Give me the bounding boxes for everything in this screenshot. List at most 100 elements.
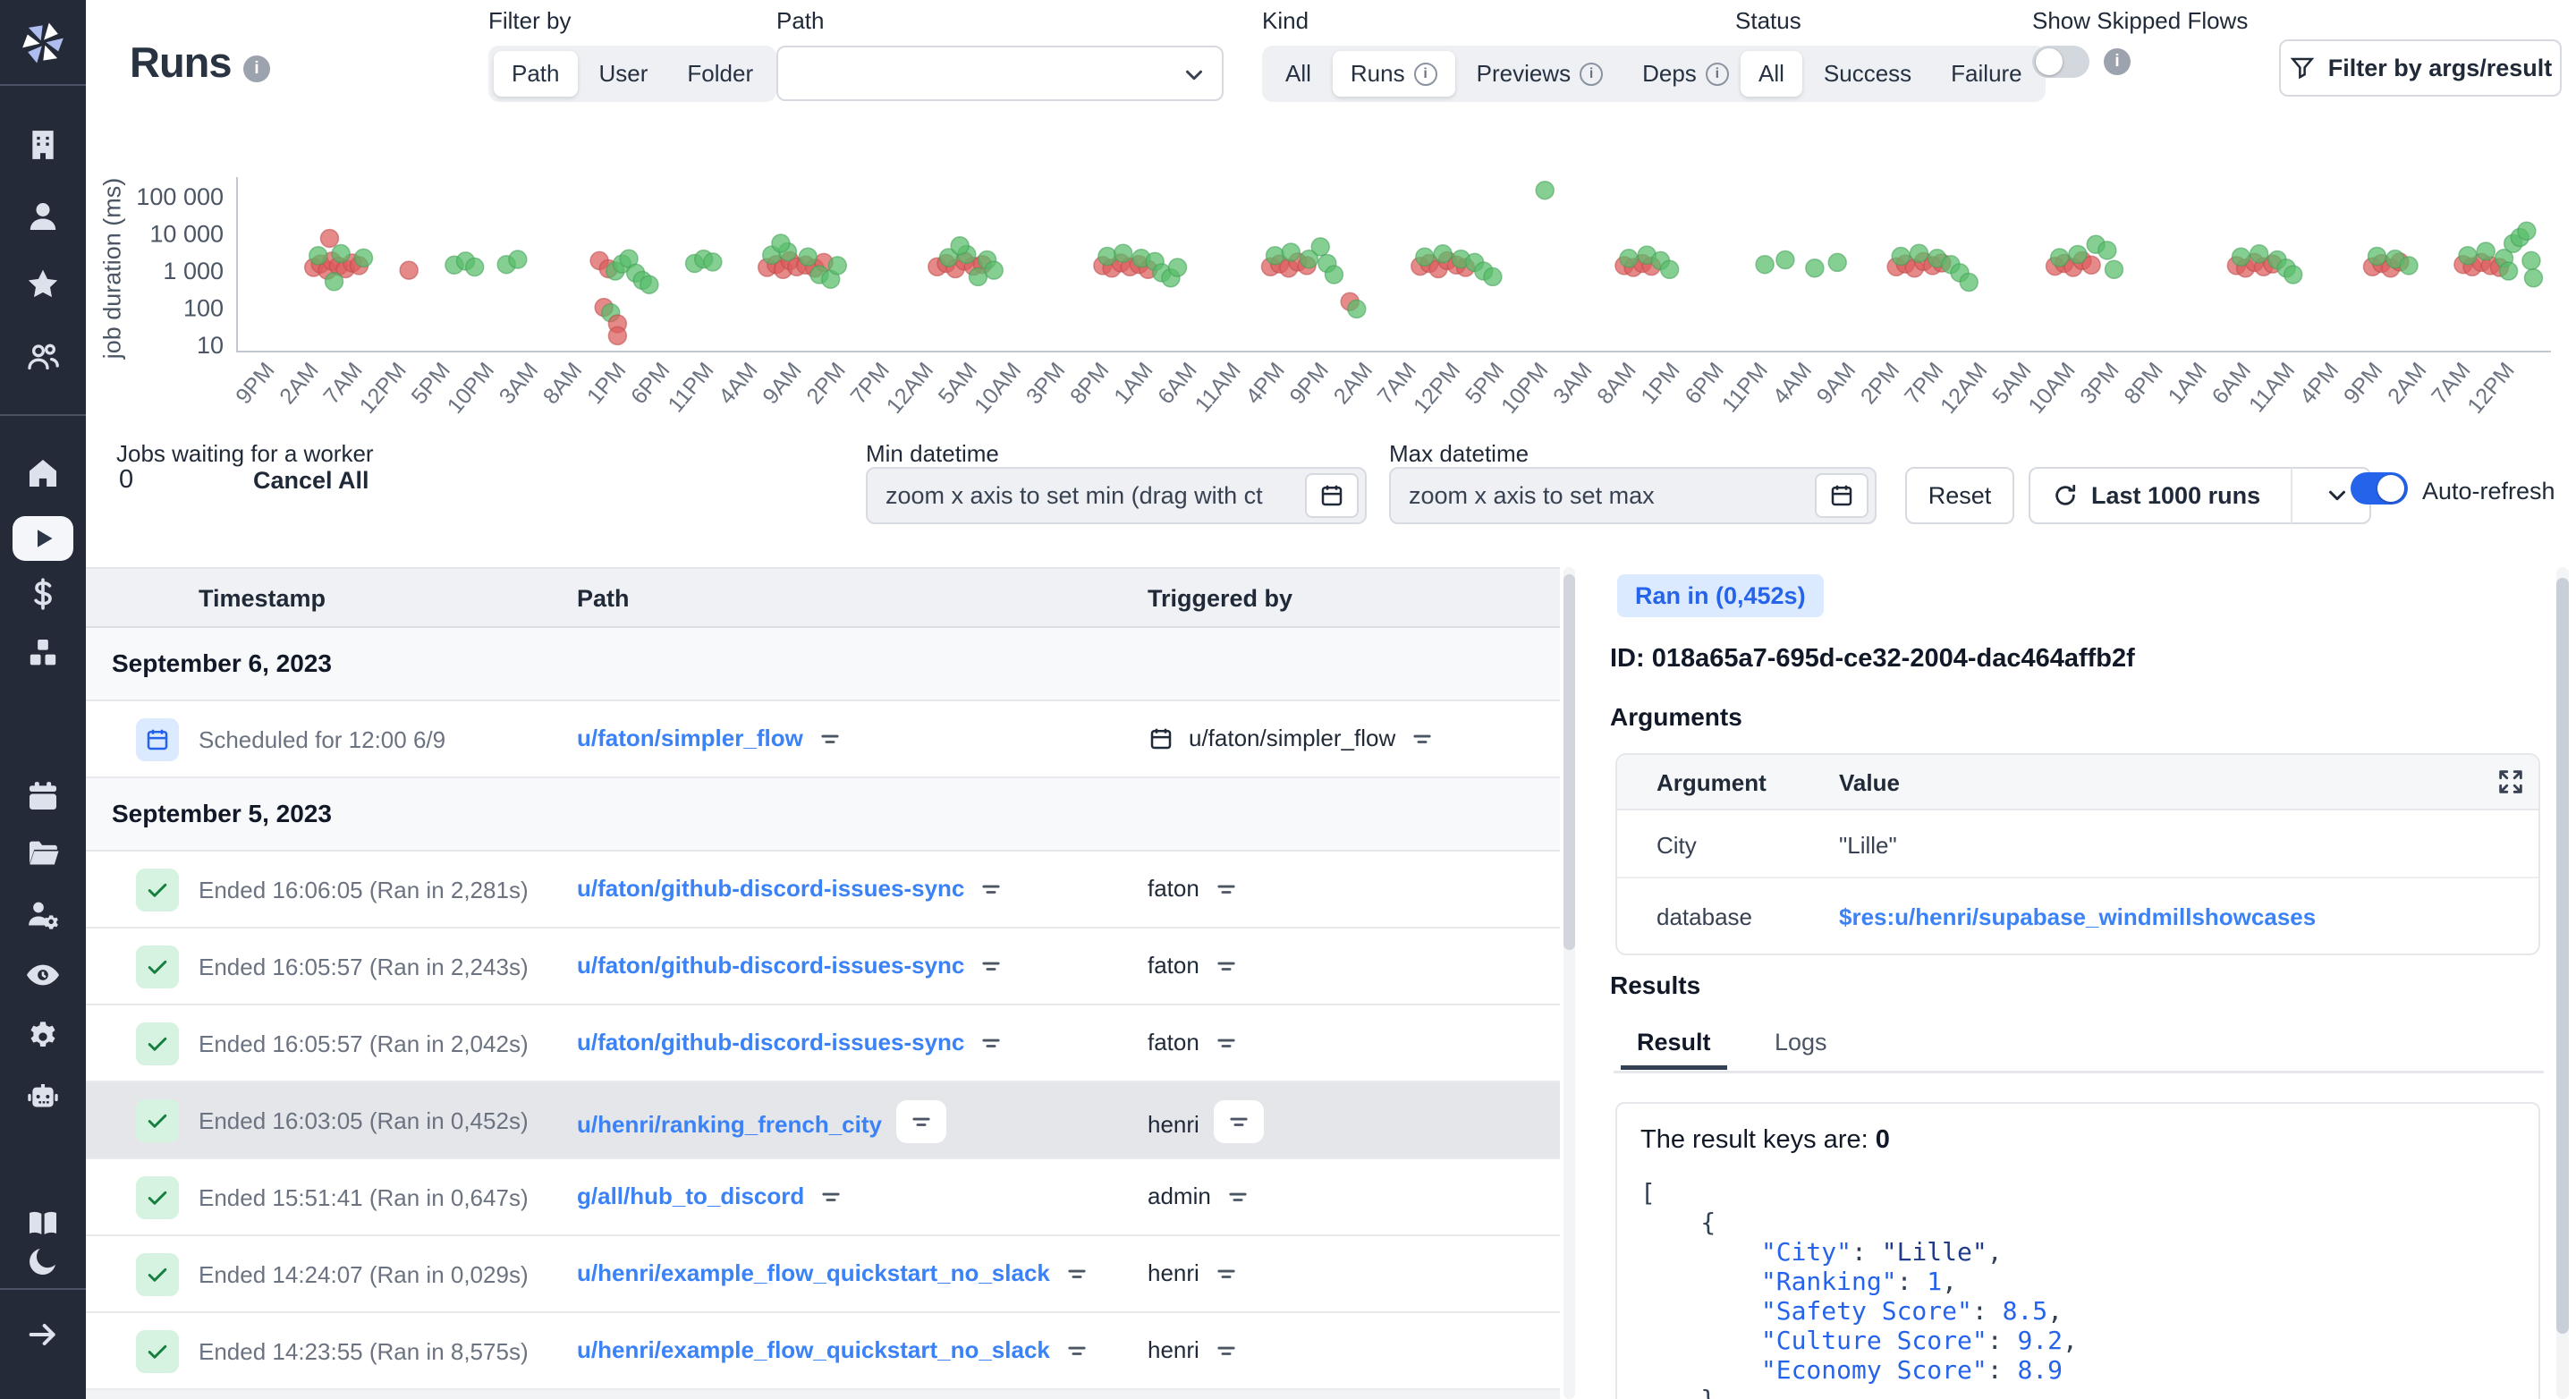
table-row[interactable]: Ended 15:51:41 (Ran in 0,647s)g/all/hub_… xyxy=(86,1159,1560,1236)
table-row[interactable]: Ended 16:06:05 (Ran in 2,281s)u/faton/gi… xyxy=(86,852,1560,928)
run-dot[interactable] xyxy=(354,249,372,267)
run-dot[interactable] xyxy=(1434,245,1452,263)
run-path-link[interactable]: u/faton/simpler_flow xyxy=(577,725,803,752)
run-dot[interactable] xyxy=(400,261,418,279)
sidebar-item-variables[interactable] xyxy=(0,572,86,615)
filterby-path-tab[interactable]: Path xyxy=(494,51,578,97)
filter-args-button[interactable]: Filter by args/result xyxy=(2279,39,2562,97)
run-path-link[interactable]: u/henri/ranking_french_city xyxy=(577,1111,882,1139)
sidebar-item-runs[interactable] xyxy=(13,516,73,561)
max-datetime-calendar-button[interactable] xyxy=(1815,473,1868,518)
run-dot[interactable] xyxy=(1661,260,1679,278)
sidebar-item-workers[interactable] xyxy=(0,893,86,936)
run-dot[interactable] xyxy=(320,229,338,247)
run-dot[interactable] xyxy=(985,261,1003,279)
run-path-link[interactable]: u/faton/github-discord-issues-sync xyxy=(577,1029,964,1056)
filter-icon[interactable] xyxy=(909,1109,934,1134)
info-icon[interactable]: i xyxy=(1414,63,1437,86)
min-datetime-calendar-button[interactable] xyxy=(1305,473,1359,518)
filterby-user-tab[interactable]: User xyxy=(581,51,666,97)
run-dot[interactable] xyxy=(466,259,484,276)
table-row[interactable]: Ended 14:23:55 (Ran in 8,575s)u/henri/ex… xyxy=(86,1313,1560,1390)
table-row[interactable]: Scheduled for 12:00 6/9u/faton/simpler_f… xyxy=(86,701,1560,778)
table-row[interactable]: Ended 16:05:57 (Ran in 2,243s)u/faton/gi… xyxy=(86,928,1560,1005)
sidebar-item-schedules[interactable] xyxy=(0,775,86,818)
panel-scrollbar[interactable] xyxy=(2556,567,2569,1399)
status-success-tab[interactable]: Success xyxy=(1806,51,1929,97)
run-dot[interactable] xyxy=(2051,249,2069,267)
run-dot[interactable] xyxy=(1311,238,1329,256)
filter-icon[interactable] xyxy=(1064,1338,1089,1363)
run-path-link[interactable]: u/henri/example_flow_quickstart_no_slack xyxy=(577,1259,1050,1287)
run-dot[interactable] xyxy=(640,276,658,293)
run-dot[interactable] xyxy=(2459,247,2477,265)
run-dot[interactable] xyxy=(2524,269,2542,287)
run-dot[interactable] xyxy=(799,248,817,266)
run-dot[interactable] xyxy=(2284,266,2302,284)
run-dot[interactable] xyxy=(1776,251,1794,269)
run-dot[interactable] xyxy=(2069,245,2087,263)
run-dot[interactable] xyxy=(704,253,722,271)
sidebar-item-resources[interactable] xyxy=(0,632,86,674)
run-path-link[interactable]: g/all/hub_to_discord xyxy=(577,1183,804,1210)
run-dot[interactable] xyxy=(1620,250,1638,267)
expand-icon[interactable] xyxy=(2496,767,2526,797)
run-dot[interactable] xyxy=(2400,257,2418,275)
kind-previews-tab[interactable]: Previewsi xyxy=(1459,51,1621,97)
run-dot[interactable] xyxy=(1267,247,1284,265)
run-dot[interactable] xyxy=(1325,266,1343,284)
run-dot[interactable] xyxy=(2105,260,2123,278)
max-datetime-input[interactable] xyxy=(1391,482,1875,510)
filter-icon[interactable] xyxy=(1064,1261,1089,1286)
table-row[interactable]: Ended 14:24:07 (Ran in 0,029s)u/henri/ex… xyxy=(86,1236,1560,1313)
tab-logs[interactable]: Logs xyxy=(1775,1029,1827,1056)
sidebar-item-agents[interactable] xyxy=(0,1076,86,1119)
run-dot[interactable] xyxy=(2368,247,2386,265)
filter-icon[interactable] xyxy=(1214,1261,1239,1286)
filter-icon[interactable] xyxy=(1214,954,1239,979)
run-dot[interactable] xyxy=(2232,248,2250,266)
sidebar-item-settings[interactable] xyxy=(0,1015,86,1058)
sidebar-item-home[interactable] xyxy=(0,452,86,495)
sidebar-item-dark-mode[interactable] xyxy=(0,1240,86,1283)
info-icon[interactable]: i xyxy=(2104,48,2131,75)
run-dot[interactable] xyxy=(309,247,327,265)
info-icon[interactable]: i xyxy=(1580,63,1603,86)
table-scrollbar[interactable] xyxy=(1563,567,1575,1399)
cancel-all-button[interactable]: Cancel All xyxy=(253,467,369,495)
filter-icon[interactable] xyxy=(979,877,1004,902)
runs-info-icon[interactable]: i xyxy=(243,55,270,82)
skipped-flows-toggle[interactable] xyxy=(2032,46,2089,78)
windmill-logo[interactable] xyxy=(0,7,86,79)
run-dot[interactable] xyxy=(1114,244,1132,262)
filter-button[interactable] xyxy=(896,1100,946,1143)
run-dot[interactable] xyxy=(326,273,343,291)
run-dot[interactable] xyxy=(1536,182,1554,199)
filter-icon[interactable] xyxy=(818,1184,843,1209)
filter-icon[interactable] xyxy=(979,954,1004,979)
run-dot[interactable] xyxy=(772,234,790,252)
auto-refresh-toggle[interactable] xyxy=(2351,472,2408,504)
run-dot[interactable] xyxy=(1416,248,1434,266)
run-dot[interactable] xyxy=(2500,262,2518,280)
sidebar-item-docs[interactable] xyxy=(0,1202,86,1245)
run-dot[interactable] xyxy=(1806,259,1824,277)
status-all-tab[interactable]: All xyxy=(1741,51,1802,97)
filter-icon[interactable] xyxy=(1214,877,1239,902)
run-dot[interactable] xyxy=(608,326,626,344)
filter-icon[interactable] xyxy=(1225,1184,1250,1209)
status-failure-tab[interactable]: Failure xyxy=(1933,51,2039,97)
runs-duration-chart[interactable]: 100 00010 0001 000100109PM2AM7AM12PM5PM1… xyxy=(0,116,2576,438)
run-dot[interactable] xyxy=(332,245,350,263)
table-row[interactable]: Ended 16:03:05 (Ran in 0,452s)u/henri/ra… xyxy=(86,1082,1560,1159)
run-dot[interactable] xyxy=(1169,259,1187,276)
kind-all-tab[interactable]: All xyxy=(1267,51,1329,97)
tab-result[interactable]: Result xyxy=(1637,1029,1711,1056)
info-icon[interactable]: i xyxy=(1706,63,1729,86)
last-runs-button[interactable]: Last 1000 runs xyxy=(2029,467,2371,524)
sidebar-item-expand-sidebar[interactable] xyxy=(0,1313,86,1356)
filter-icon[interactable] xyxy=(1410,726,1435,751)
run-path-link[interactable]: u/faton/github-discord-issues-sync xyxy=(577,875,964,903)
run-dot[interactable] xyxy=(2522,251,2540,269)
path-select[interactable] xyxy=(776,46,1224,101)
